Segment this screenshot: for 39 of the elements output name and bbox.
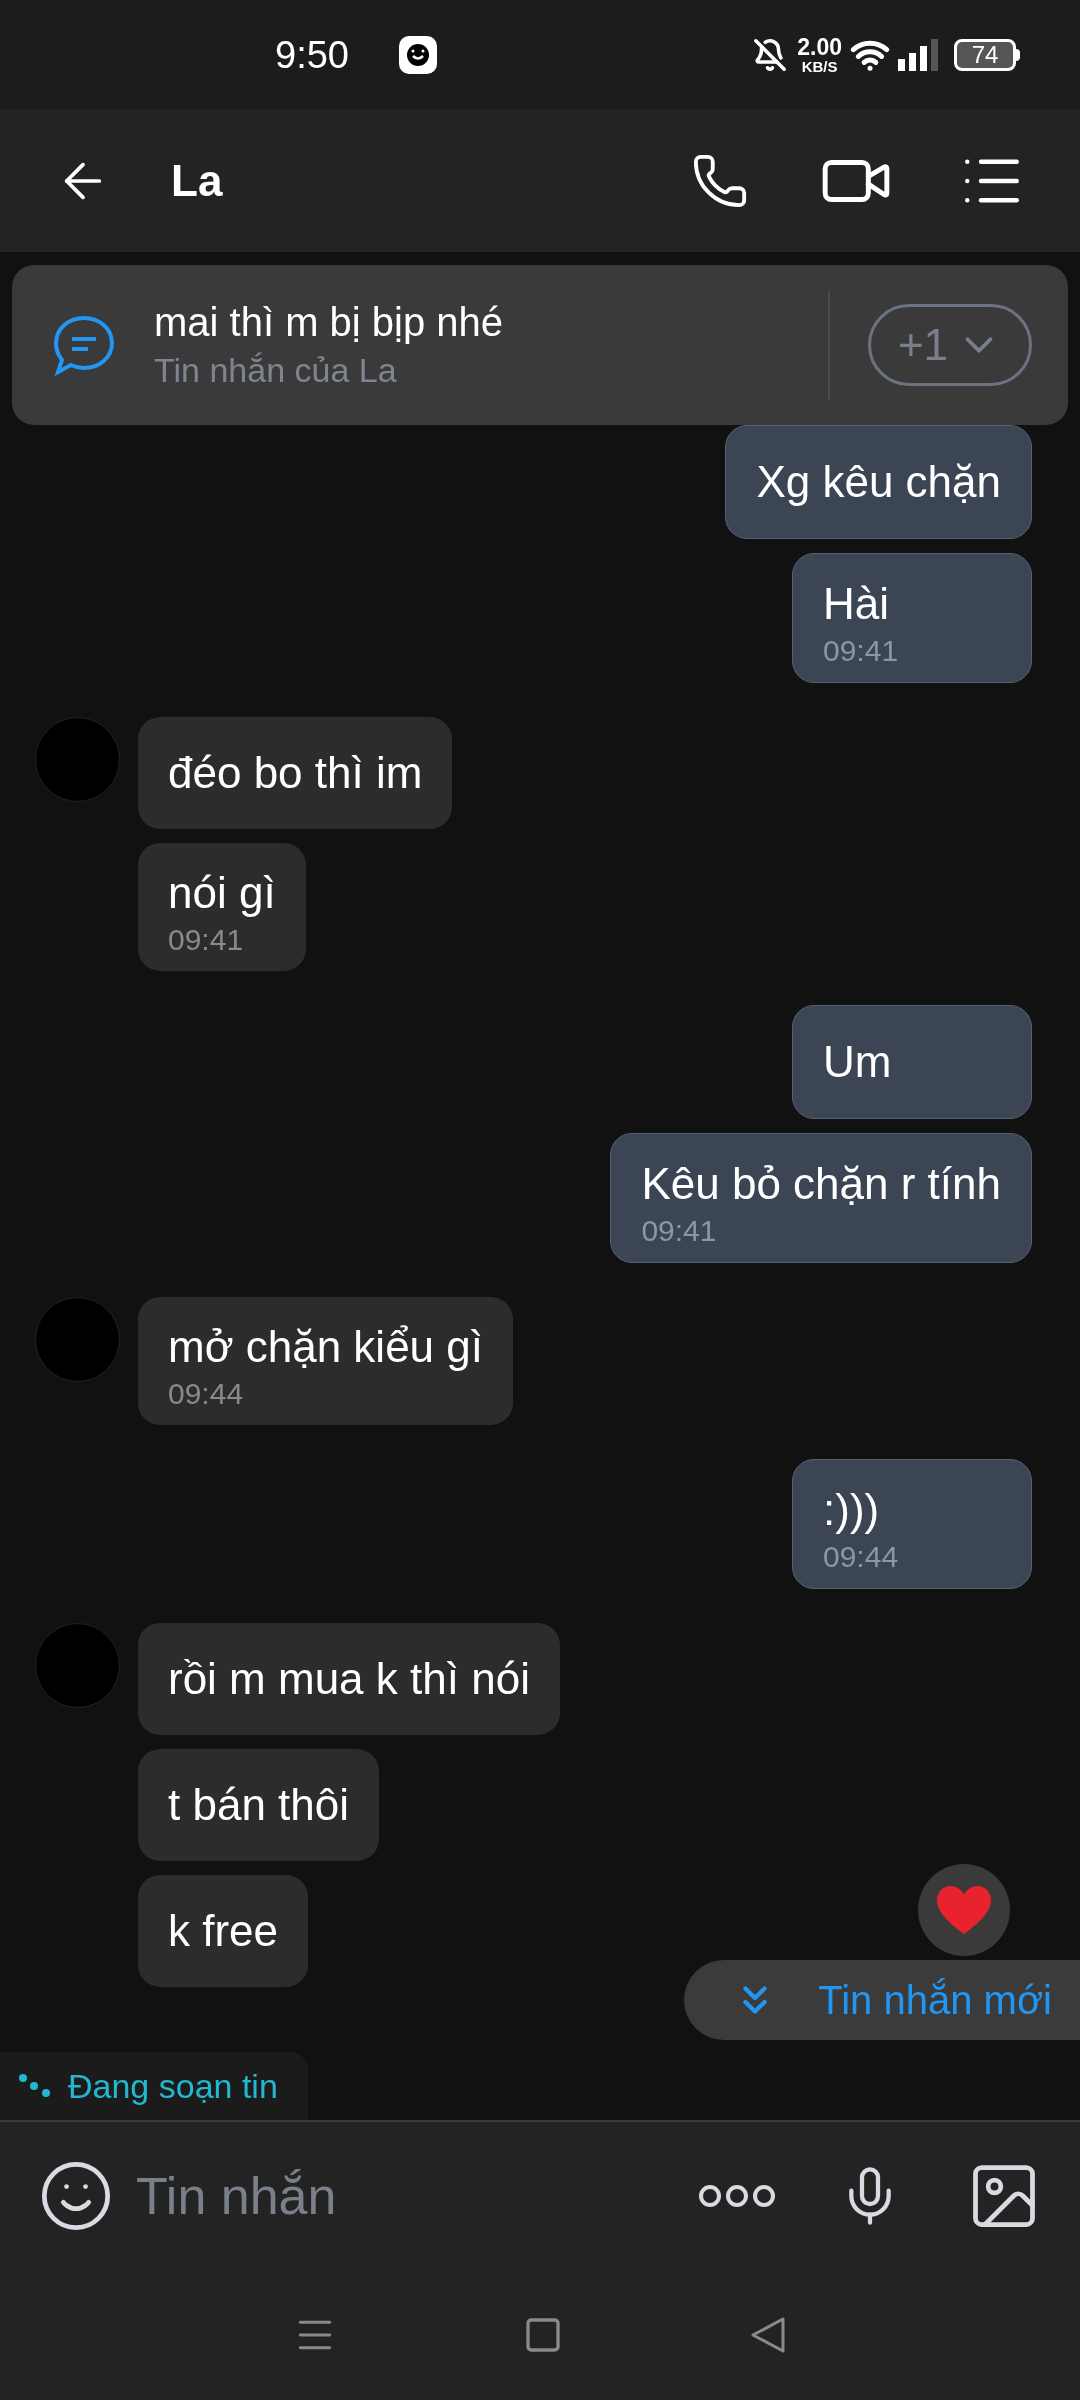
message-text: Hài	[823, 578, 891, 630]
heart-icon	[935, 1884, 993, 1936]
typing-indicator-text: Đang soạn tin	[68, 2065, 278, 2107]
chat-bubble-icon	[52, 314, 116, 376]
message-text: nói gì	[168, 867, 276, 919]
new-messages-button[interactable]: Tin nhắn mới	[684, 1960, 1080, 2040]
speed-value: 2.00	[797, 36, 842, 59]
mute-icon	[753, 38, 788, 72]
speed-unit: KB/S	[801, 59, 838, 74]
message-text: Xg kêu chặn	[756, 456, 1001, 508]
pinned-message-text: mai thì m bị bịp nhé	[154, 299, 505, 346]
message-input[interactable]: Tin nhắn	[136, 2157, 698, 2235]
contact-name: La	[171, 155, 223, 207]
message-text: t bán thôi	[168, 1779, 350, 1831]
message-text: :)))	[823, 1484, 881, 1536]
more-options-icon[interactable]	[698, 2183, 776, 2209]
back-nav-icon[interactable]	[749, 2315, 787, 2355]
smiley-app-icon	[398, 36, 437, 74]
status-time: 9:50	[275, 32, 349, 78]
message-text: Kêu bỏ chặn r tính	[641, 1158, 1001, 1210]
message-time: 09:41	[641, 1213, 718, 1249]
message-text: Um	[823, 1036, 893, 1088]
message-time: 09:41	[823, 633, 900, 669]
phone-icon[interactable]	[691, 152, 749, 210]
typing-dots-icon	[18, 2073, 52, 2099]
message-text: đéo bo thì im	[168, 747, 423, 799]
message-time: 09:41	[168, 922, 245, 958]
message-text: mở chặn kiểu gì	[168, 1321, 483, 1373]
home-icon[interactable]	[523, 2315, 563, 2355]
pinned-message-banner[interactable]: mai thì m bị bịp nhé Tin nhắn của La +1	[12, 265, 1068, 425]
composer-bar[interactable]: Tin nhắn	[0, 2120, 1080, 2270]
message-text: rồi m mua k thì nói	[168, 1653, 530, 1705]
battery-level: 74	[971, 43, 999, 67]
message-time: 09:44	[823, 1539, 900, 1575]
more-pinned-button[interactable]: +1	[868, 304, 1032, 386]
message-text: k free	[168, 1905, 279, 1957]
signal-icon	[898, 39, 940, 71]
pinned-message-sender: Tin nhắn của La	[154, 350, 398, 391]
message-time: 09:44	[168, 1376, 245, 1412]
